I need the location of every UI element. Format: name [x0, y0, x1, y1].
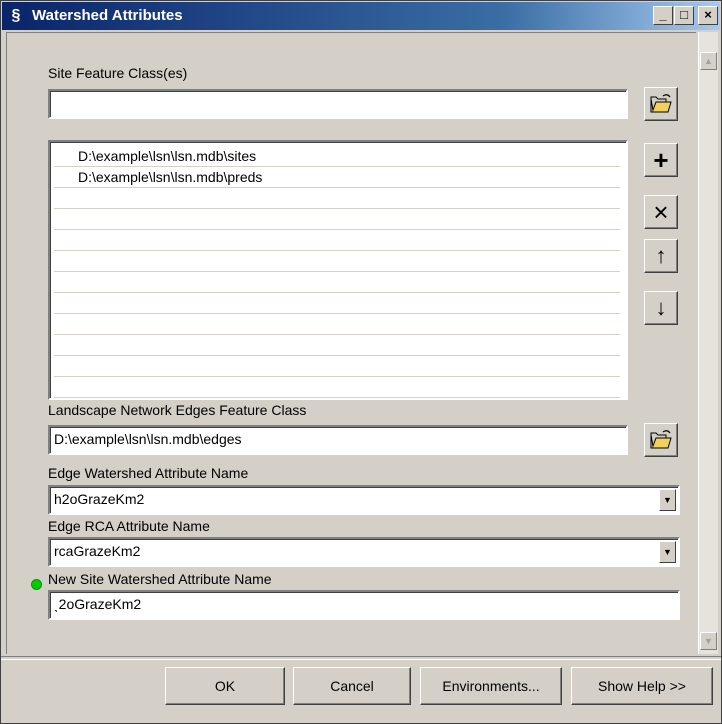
app-s-icon: §	[11, 7, 21, 24]
list-item[interactable]: D:\example\lsn\lsn.mdb\preds	[54, 167, 620, 188]
window-title: Watershed Attributes	[32, 7, 183, 24]
footer-divider	[1, 656, 721, 660]
edges-input[interactable]: D:\example\lsn\lsn.mdb\edges	[48, 425, 628, 455]
new-site-watershed-input[interactable]: ˎ2oGrazeKm2	[48, 590, 680, 620]
edge-rca-label: Edge RCA Attribute Name	[48, 518, 210, 534]
edge-watershed-value: h2oGrazeKm2	[54, 491, 145, 507]
delete-x-icon: ×	[653, 197, 669, 227]
site-feature-class-list[interactable]: D:\example\lsn\lsn.mdb\sites D:\example\…	[48, 140, 628, 400]
vertical-scrollbar[interactable]: ▲ ▼	[698, 32, 718, 654]
new-site-watershed-label: New Site Watershed Attribute Name	[48, 571, 272, 587]
list-item[interactable]	[54, 293, 620, 314]
maximize-button[interactable]: □	[674, 6, 694, 25]
open-folder-icon	[650, 94, 672, 113]
list-item[interactable]	[54, 209, 620, 230]
arrow-up-icon: ↑	[655, 243, 667, 268]
edge-rca-select[interactable]: rcaGrazeKm2 ▼	[48, 537, 680, 567]
arrow-down-icon: ↓	[655, 295, 667, 320]
list-item[interactable]	[54, 272, 620, 293]
close-button[interactable]: ×	[698, 6, 718, 25]
plus-icon: +	[653, 145, 669, 175]
edge-watershed-select[interactable]: h2oGrazeKm2 ▼	[48, 485, 680, 515]
edge-rca-value: rcaGrazeKm2	[54, 543, 141, 559]
edges-label: Landscape Network Edges Feature Class	[48, 402, 307, 418]
title-bar[interactable]: § Watershed Attributes _ □ ×	[2, 2, 720, 30]
site-feature-class-label: Site Feature Class(es)	[48, 65, 188, 81]
minimize-button[interactable]: _	[653, 6, 673, 25]
add-item-button[interactable]: +	[644, 143, 678, 177]
cancel-button[interactable]: Cancel	[293, 667, 411, 705]
list-item[interactable]	[54, 377, 620, 398]
list-item[interactable]	[54, 314, 620, 335]
chevron-down-icon[interactable]: ▼	[659, 489, 676, 511]
open-folder-icon	[650, 430, 672, 449]
site-feature-class-input[interactable]	[48, 89, 628, 119]
list-item[interactable]	[54, 356, 620, 377]
list-item[interactable]	[54, 230, 620, 251]
dialog-window: § Watershed Attributes _ □ × ▲ ▼ Site Fe…	[0, 0, 722, 724]
remove-item-button[interactable]: ×	[644, 195, 678, 229]
environments-button[interactable]: Environments...	[420, 667, 562, 705]
browse-site-button[interactable]	[644, 87, 678, 121]
move-up-button[interactable]: ↑	[644, 239, 678, 273]
list-item[interactable]: D:\example\lsn\lsn.mdb\sites	[54, 146, 620, 167]
scroll-up-icon[interactable]: ▲	[700, 52, 717, 70]
scroll-down-icon[interactable]: ▼	[700, 632, 717, 650]
move-down-button[interactable]: ↓	[644, 291, 678, 325]
browse-edges-button[interactable]	[644, 423, 678, 457]
list-item[interactable]	[54, 188, 620, 209]
required-indicator-icon	[31, 579, 42, 590]
edge-watershed-label: Edge Watershed Attribute Name	[48, 465, 249, 481]
list-item[interactable]	[54, 335, 620, 356]
chevron-down-icon[interactable]: ▼	[659, 541, 676, 563]
show-help-button[interactable]: Show Help >>	[571, 667, 713, 705]
list-item[interactable]	[54, 251, 620, 272]
ok-button[interactable]: OK	[165, 667, 285, 705]
